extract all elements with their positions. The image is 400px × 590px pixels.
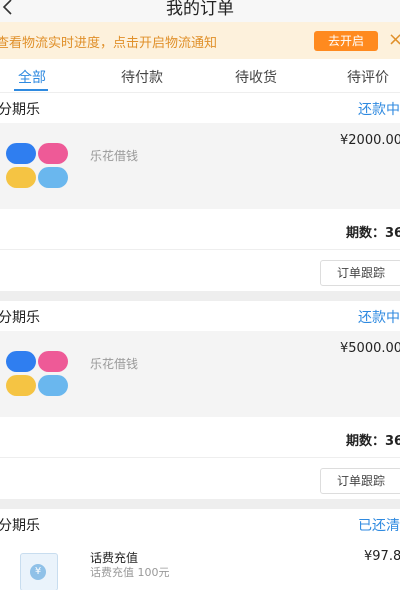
product-price: ¥5000.00 xyxy=(340,341,400,356)
logistics-notice-bar: 查看物流实时进度，点击开启物流通知 去开启 × xyxy=(0,22,400,59)
order-tabs: 全部 待付款 待收货 待评价 xyxy=(0,59,400,93)
order-status: 已还清 xyxy=(358,518,400,534)
installment-terms: 期数：36 xyxy=(346,226,400,241)
enable-notification-button[interactable]: 去开启 xyxy=(314,31,378,51)
order-header: 分期乐 还款中 xyxy=(0,93,400,123)
store-name[interactable]: 分期乐 xyxy=(0,515,40,535)
phone-recharge-icon: ¥ xyxy=(20,553,58,590)
terms-row: 期数：36 xyxy=(0,417,400,458)
order-card[interactable]: 分期乐 还款中 乐花借钱 ¥2000.00 期数：36 订单跟踪 xyxy=(0,93,400,291)
tab-pending-payment[interactable]: 待付款 xyxy=(112,67,172,87)
title-bar: 我的订单 xyxy=(0,0,400,22)
order-header: 分期乐 还款中 xyxy=(0,301,400,331)
product-row[interactable]: 乐花借钱 ¥5000.00 xyxy=(0,331,400,417)
order-card[interactable]: 分期乐 还款中 乐花借钱 ¥5000.00 期数：36 订单跟踪 xyxy=(0,301,400,499)
product-price: ¥97.80 xyxy=(364,549,400,564)
close-icon[interactable]: × xyxy=(388,30,400,50)
product-subtitle: 话费充值 100元 xyxy=(90,566,170,579)
order-status: 还款中 xyxy=(358,310,400,326)
terms-row: 期数：36 xyxy=(0,209,400,250)
tab-pending-receipt[interactable]: 待收货 xyxy=(226,67,286,87)
order-card[interactable]: 分期乐 已还清 ¥ 话费充值 话费充值 100元 ¥97.80 xyxy=(0,509,400,590)
notice-text: 查看物流实时进度，点击开启物流通知 xyxy=(0,36,218,51)
product-name: 乐花借钱 xyxy=(90,357,139,371)
product-row[interactable]: ¥ 话费充值 话费充值 100元 ¥97.80 xyxy=(0,539,400,590)
order-header: 分期乐 已还清 xyxy=(0,509,400,539)
product-name: 乐花借钱 xyxy=(90,149,139,163)
store-name[interactable]: 分期乐 xyxy=(0,99,40,119)
page-title: 我的订单 xyxy=(166,0,234,19)
tab-pending-review[interactable]: 待评价 xyxy=(338,67,398,87)
installment-terms: 期数：36 xyxy=(346,434,400,449)
tab-all[interactable]: 全部 xyxy=(2,67,62,87)
lehua-logo-icon xyxy=(6,351,70,397)
active-tab-indicator xyxy=(14,89,48,91)
store-name[interactable]: 分期乐 xyxy=(0,307,40,327)
order-tracking-button[interactable]: 订单跟踪 xyxy=(320,260,400,286)
order-status: 还款中 xyxy=(358,102,400,118)
product-row[interactable]: 乐花借钱 ¥2000.00 xyxy=(0,123,400,209)
order-tracking-button[interactable]: 订单跟踪 xyxy=(320,468,400,494)
product-price: ¥2000.00 xyxy=(340,133,400,148)
lehua-logo-icon xyxy=(6,143,70,189)
